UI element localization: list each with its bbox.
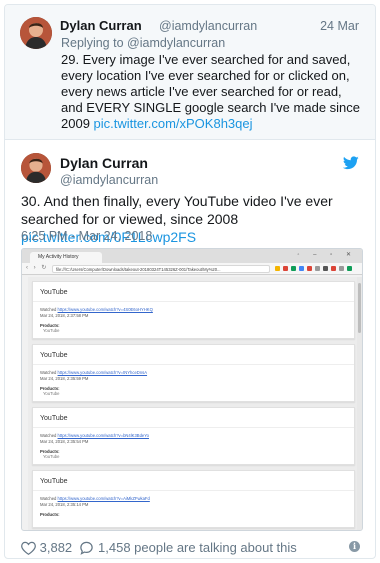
replying-label: Replying to: [61, 36, 124, 50]
like-action[interactable]: 3,882: [21, 540, 72, 555]
card-title: YouTube: [40, 478, 68, 485]
browser-tab-strip: My Activity History ◦ – ▫ ✕: [22, 249, 362, 263]
comment-bubble-icon[interactable]: [79, 541, 94, 555]
reply-pic-link[interactable]: pic.twitter.com/xPOK8h3qej: [94, 116, 253, 131]
heart-icon[interactable]: [21, 541, 36, 555]
attached-screenshot[interactable]: My Activity History ◦ – ▫ ✕ ‹ › ↻ file:/…: [21, 248, 363, 531]
card-product: YouTube: [43, 391, 60, 396]
card-date: Mar 24, 2018, 2:35:59 PM: [40, 376, 89, 381]
tweet-footer: 3,882 1,458 people are talking about thi…: [21, 540, 297, 555]
card-divider: [33, 364, 354, 365]
activity-card: YouTube Watched https://www.youtube.com/…: [32, 407, 355, 465]
tweet-embed: Dylan Curran @iamdylancurran 24 Mar Repl…: [4, 4, 376, 559]
card-divider: [33, 490, 354, 491]
reply-avatar[interactable]: [20, 17, 52, 49]
main-author-handle[interactable]: @iamdylancurran: [60, 173, 158, 187]
activity-page: YouTube Watched https://www.youtube.com/…: [28, 277, 360, 530]
talking-text[interactable]: 1,458 people are talking about this: [98, 540, 297, 555]
card-product: YouTube: [43, 454, 60, 459]
main-avatar[interactable]: [21, 153, 51, 183]
card-watched: Watched https://www.youtube.com/watch?v=…: [40, 433, 149, 438]
activity-card: YouTube Watched https://www.youtube.com/…: [32, 344, 355, 402]
talking-action[interactable]: 1,458 people are talking about this: [79, 540, 297, 555]
main-author-name[interactable]: Dylan Curran: [60, 155, 148, 171]
card-date: Mar 24, 2018, 2:35:14 PM: [40, 502, 89, 507]
reply-text: 29. Every image I've ever searched for a…: [61, 52, 366, 132]
card-divider: [33, 301, 354, 302]
card-title: YouTube: [40, 415, 68, 422]
card-watched: Watched https://www.youtube.com/watch?v=…: [40, 307, 153, 312]
browser-nav-icons: ‹ › ↻: [26, 265, 49, 271]
browser-toolbar: ‹ › ↻ file:///C:/Users/Computer/Download…: [22, 263, 362, 289]
activity-card: YouTube Watched https://www.youtube.com/…: [32, 281, 355, 339]
window-controls: ◦ – ▫ ✕: [297, 252, 357, 258]
card-date: Mar 24, 2018, 2:37:58 PM: [40, 313, 89, 318]
twitter-bird-icon[interactable]: [343, 156, 359, 170]
card-watched: Watched https://www.youtube.com/watch?v=…: [40, 496, 150, 501]
replying-handle[interactable]: @iamdylancurran: [127, 36, 225, 50]
card-products-label: Products:: [40, 512, 60, 517]
tweet-timestamp[interactable]: 6:25 PM - Mar 24, 2018: [21, 229, 152, 243]
address-bar: file:///C:/Users/Computer/Downloads/take…: [52, 265, 270, 273]
activity-card: YouTube Watched https://www.youtube.com/…: [32, 470, 355, 528]
info-icon[interactable]: i: [349, 541, 360, 552]
card-date: Mar 24, 2018, 2:35:54 PM: [40, 439, 89, 444]
card-watched: Watched https://www.youtube.com/watch?v=…: [40, 370, 148, 375]
card-product: YouTube: [43, 328, 60, 333]
replying-to: Replying to @iamdylancurran: [61, 36, 225, 50]
page-scrollbar: [357, 277, 362, 530]
reply-author-name[interactable]: Dylan Curran: [60, 18, 142, 33]
reply-author-handle[interactable]: @iamdylancurran: [159, 19, 257, 33]
main-text-body: 30. And then finally, every YouTube vide…: [21, 193, 333, 227]
extension-icons: [275, 266, 362, 289]
scrollbar-thumb: [358, 283, 361, 333]
browser-tab: My Activity History: [30, 252, 102, 263]
reply-tweet[interactable]: Dylan Curran @iamdylancurran 24 Mar Repl…: [5, 5, 375, 140]
card-divider: [33, 427, 354, 428]
reply-date[interactable]: 24 Mar: [320, 19, 359, 33]
card-title: YouTube: [40, 352, 68, 359]
like-count[interactable]: 3,882: [40, 540, 73, 555]
card-title: YouTube: [40, 289, 68, 296]
